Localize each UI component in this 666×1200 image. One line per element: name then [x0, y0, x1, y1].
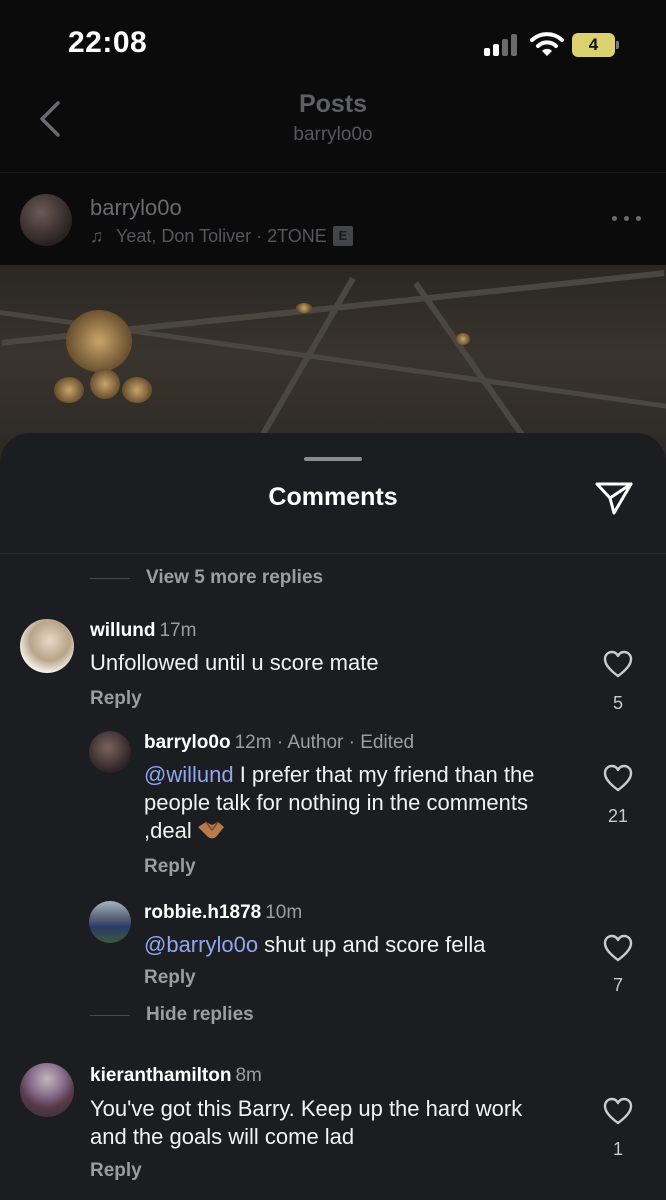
comment-username[interactable]: barrylo0o	[144, 732, 231, 753]
cellular-signal-icon	[484, 34, 520, 56]
reply-button[interactable]: Reply	[144, 856, 196, 878]
like-heart-icon[interactable]	[603, 1097, 633, 1125]
like-count: 21	[607, 806, 629, 826]
avatar[interactable]	[89, 901, 131, 943]
battery-icon: 4	[572, 33, 620, 57]
replies-line	[90, 1015, 130, 1016]
comment-meta: 10m	[265, 902, 303, 923]
like-count: 5	[612, 693, 623, 713]
mention-link[interactable]: @barrylo0o	[144, 932, 258, 957]
like-heart-icon[interactable]	[603, 764, 633, 792]
explicit-badge: E	[332, 226, 353, 246]
comment-username[interactable]: kieranthamilton	[90, 1065, 231, 1086]
replies-line	[90, 578, 130, 579]
more-options-icon[interactable]	[612, 216, 644, 224]
battery-level: 4	[588, 35, 599, 54]
comment-meta: 12m · Author · Edited	[234, 732, 415, 753]
comment-username[interactable]: robbie.h1878	[144, 902, 261, 923]
sheet-grabber[interactable]	[304, 457, 362, 461]
comment-header: kieranthamilton 8m	[90, 1065, 262, 1087]
comment-item: willund 17m Unfollowed until u score mate…	[0, 613, 666, 723]
sheet-title: Comments	[268, 483, 398, 511]
post-music-label: Yeat, Don Toliver · 2TONE	[116, 226, 327, 246]
like-count: 1	[612, 1139, 623, 1159]
comment-username[interactable]: willund	[90, 620, 155, 641]
avatar[interactable]	[20, 1063, 74, 1117]
post-music-row[interactable]: ♫ Yeat, Don Toliver · 2TONE E	[90, 226, 353, 247]
comments-sheet: Comments View 5 more replies willund 17m …	[0, 433, 666, 1200]
avatar[interactable]	[20, 194, 72, 246]
handshake-emoji-icon	[197, 821, 224, 839]
wifi-icon	[530, 32, 564, 56]
status-bar: 22:08 4	[0, 0, 666, 90]
header-divider	[0, 172, 666, 173]
sheet-divider	[0, 553, 666, 554]
comment-text: @willund I prefer that my friend than th…	[144, 761, 564, 845]
comment-meta: 8m	[235, 1065, 262, 1086]
mention-link[interactable]: @willund	[144, 762, 234, 787]
status-time: 22:08	[68, 26, 148, 59]
like-heart-icon[interactable]	[603, 934, 633, 962]
comment-item: kieranthamilton 8m You've got this Barry.…	[0, 1063, 666, 1200]
comment-text: You've got this Barry. Keep up the hard …	[90, 1096, 523, 1149]
page-subtitle: barrylo0o	[293, 124, 373, 145]
comment-text: @barrylo0o shut up and score fella	[144, 931, 584, 959]
reply-item: barrylo0o 12m · Author · Edited @willund …	[0, 731, 666, 891]
comment-header: barrylo0o 12m · Author · Edited	[144, 732, 414, 754]
reply-button[interactable]: Reply	[144, 967, 196, 989]
post-author-row: barrylo0o ♫ Yeat, Don Toliver · 2TONE E	[0, 180, 666, 264]
share-send-icon[interactable]	[594, 479, 634, 517]
reply-button[interactable]: Reply	[90, 1160, 142, 1182]
like-heart-icon[interactable]	[603, 650, 633, 678]
like-count: 7	[612, 975, 623, 995]
hide-replies-button[interactable]: Hide replies	[146, 1004, 254, 1026]
comment-text: Unfollowed until u score mate	[90, 650, 379, 675]
avatar[interactable]	[20, 619, 74, 673]
page-title: Posts	[298, 90, 368, 118]
posts-header: Posts barrylo0o	[0, 80, 666, 172]
comment-body: shut up and score fella	[258, 932, 486, 957]
avatar[interactable]	[89, 731, 131, 773]
comment-header: robbie.h1878 10m	[144, 902, 302, 924]
view-more-replies-button[interactable]: View 5 more replies	[146, 567, 323, 589]
comment-header: willund 17m	[90, 620, 196, 642]
reply-item: robbie.h1878 10m @barrylo0o shut up and s…	[0, 901, 666, 1001]
post-username[interactable]: barrylo0o	[90, 195, 182, 221]
music-note-icon: ♫	[90, 226, 104, 246]
comment-meta: 17m	[159, 620, 197, 641]
reply-button[interactable]: Reply	[90, 688, 142, 710]
